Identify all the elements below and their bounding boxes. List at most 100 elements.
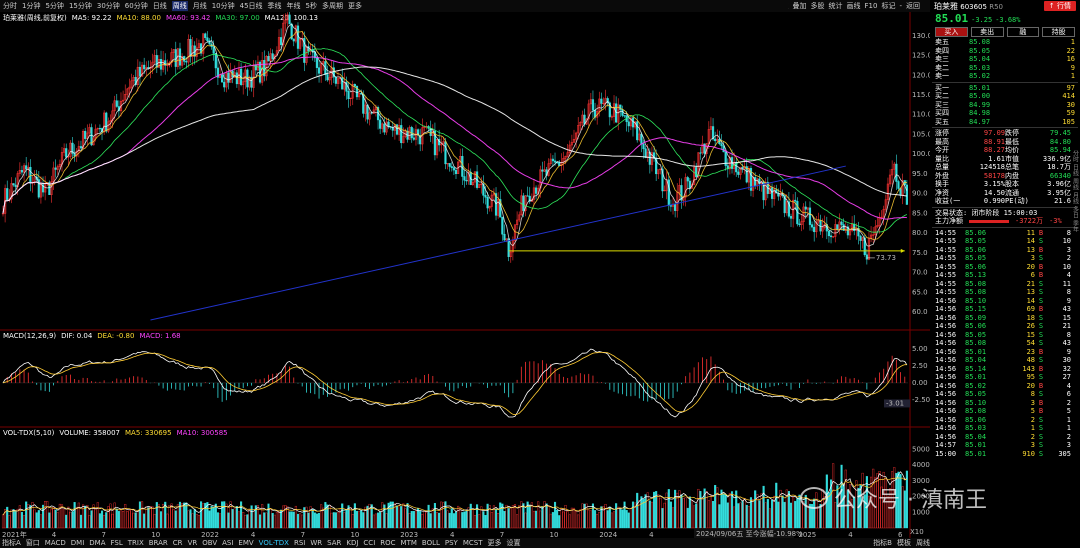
period-tab[interactable]: 45日线 [240, 1, 263, 11]
tick-cell: 14:56 [935, 373, 957, 381]
candle-body [155, 55, 158, 68]
period-tab[interactable]: 季线 [268, 1, 282, 11]
candle-body [501, 216, 504, 235]
quote-badge[interactable]: ↑ 行情 [1043, 1, 1076, 11]
volume-bar [115, 508, 118, 529]
indicator-tab[interactable]: MCST [463, 539, 483, 547]
sell-button[interactable]: 卖出 [970, 27, 1004, 37]
volume-bar [722, 493, 725, 529]
volume-bar [762, 485, 765, 529]
volume-bar [111, 513, 114, 529]
stat-cell: 市值 [1005, 154, 1019, 163]
chart-canvas[interactable]: 130.0 125.0 120.0 115.0 110.0 105.0 100.0 95.0 9… [0, 12, 930, 538]
volume-bar [796, 498, 799, 529]
indicator-tab[interactable]: KDJ [346, 539, 358, 547]
indicator-tab[interactable]: 窗口 [26, 538, 40, 548]
period-tab[interactable]: 分时 [3, 1, 17, 11]
period-tab[interactable]: 周线 [171, 1, 188, 11]
sidebar-item[interactable]: 多日 [1071, 206, 1080, 218]
sidebar-item[interactable]: 季年 [1071, 220, 1080, 232]
tool-button[interactable]: 多股 [811, 1, 825, 11]
time-axis-label: 2021年 [2, 530, 27, 538]
sidebar-item[interactable]: 月线 [1071, 192, 1080, 204]
indicator-tab[interactable]: ROC [380, 539, 395, 547]
buy-button[interactable]: 买入 [935, 27, 968, 37]
tool-button[interactable]: - [899, 2, 902, 10]
indicator-tab[interactable]: MACD [45, 539, 66, 547]
indicator-tab[interactable]: PSY [445, 539, 458, 547]
volume-bar [551, 512, 554, 529]
volume-bar [259, 514, 262, 529]
indicator-tabbar: 指标A 窗口 MACD DMI DMA FSL TRIX BRAR CR VR OBV ASI EMV V… [0, 538, 930, 548]
tool-button[interactable]: 标记 [881, 1, 895, 11]
volume-bar [242, 512, 245, 529]
indicator-tab[interactable]: EMV [238, 539, 253, 547]
tabbar-right-item[interactable]: 模板 [897, 538, 911, 548]
period-tab[interactable]: 1分钟 [22, 1, 40, 11]
candle-body [789, 216, 793, 219]
indicator-tab[interactable]: VOL-TDX [259, 539, 289, 547]
indicator-tab[interactable]: OBV [202, 539, 217, 547]
tick-cell: B [1038, 381, 1044, 390]
volume-bar [119, 508, 123, 529]
quote-header: 珀莱雅 603605 R50 ↑ 行情 [932, 0, 1078, 12]
candle-body [280, 37, 283, 46]
candle-body [271, 53, 274, 59]
indicator-tab[interactable]: SAR [327, 539, 341, 547]
indicator-tab[interactable]: 更多 [488, 538, 502, 548]
holdings-button[interactable]: 持股 [1042, 27, 1075, 37]
tabbar-right-item[interactable]: 指标B [873, 538, 892, 548]
indicator-tab[interactable]: BOLL [422, 539, 440, 547]
volume-bar [701, 498, 704, 529]
indicator-tab[interactable]: TRIX [128, 539, 144, 547]
indicator-tab[interactable]: DMI [71, 539, 85, 547]
volume-bar [730, 491, 734, 529]
price-axis-label: 125.0 [912, 52, 930, 60]
period-tab[interactable]: 30分钟 [97, 1, 120, 11]
period-tab[interactable]: 月线 [193, 1, 207, 11]
indicator-tab[interactable]: RSI [294, 539, 305, 547]
tool-button[interactable]: 叠加 [793, 1, 807, 11]
tick-cell: 23 [1026, 347, 1035, 356]
tool-button[interactable]: F10 [865, 2, 878, 10]
period-tab[interactable]: 年线 [287, 1, 301, 11]
tool-button[interactable]: 画线 [847, 1, 861, 11]
volume-bar [75, 506, 78, 529]
period-tab[interactable]: 更多 [348, 1, 362, 11]
indicator-tab[interactable]: CR [173, 539, 183, 547]
candle-body [627, 121, 630, 127]
sidebar-item[interactable]: 分时 [1071, 150, 1080, 162]
indicator-tab[interactable]: 设置 [507, 538, 521, 548]
tool-button[interactable]: 统计 [829, 1, 843, 11]
indicator-tab[interactable]: BRAR [149, 539, 168, 547]
volume-bar [231, 509, 234, 529]
period-tab[interactable]: 10分钟 [212, 1, 235, 11]
indicator-tab[interactable]: CCI [363, 539, 375, 547]
indicator-tab[interactable]: 指标A [2, 538, 21, 548]
indicator-tab[interactable]: FSL [111, 539, 123, 547]
sidebar-item[interactable]: 日线 [1071, 164, 1080, 176]
period-tab[interactable]: 15分钟 [69, 1, 92, 11]
indicator-tab[interactable]: WR [310, 539, 322, 547]
period-tab[interactable]: 5秒 [306, 1, 317, 11]
tabbar-right-item[interactable]: 周线 [916, 538, 930, 548]
indicator-tab[interactable]: MTM [401, 539, 417, 547]
margin-button[interactable]: 融 [1006, 27, 1040, 37]
tool-button[interactable]: 复权 [788, 1, 789, 11]
period-tab[interactable]: 5分钟 [45, 1, 63, 11]
period-tab[interactable]: 多周期 [322, 1, 343, 11]
volume-bar [478, 514, 481, 529]
tool-button[interactable]: 返回 [906, 1, 920, 11]
sidebar-item[interactable]: 周线 [1071, 178, 1080, 190]
volume-bar [96, 502, 99, 529]
stat-cell: 3.95亿 [1047, 188, 1071, 197]
tick-list[interactable]: 14:55 85.06 11 B 8 14:55 85.05 14 S 10 14:55 85.06 1… [932, 229, 1078, 459]
period-tab[interactable]: 日线 [153, 1, 167, 11]
indicator-tab[interactable]: VR [188, 539, 198, 547]
period-tab[interactable]: 60分钟 [125, 1, 148, 11]
indicator-tab[interactable]: DMA [89, 539, 105, 547]
volume-bar [20, 511, 24, 529]
indicator-tab[interactable]: ASI [222, 539, 233, 547]
candle-body [206, 37, 209, 41]
stat-cell: 最低 [1005, 137, 1019, 146]
